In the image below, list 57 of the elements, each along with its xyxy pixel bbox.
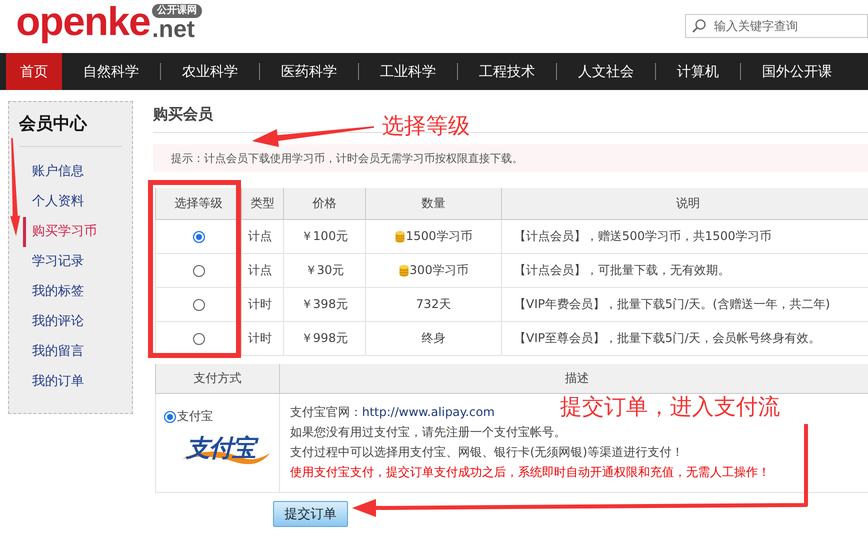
column-header: 支付方式 [156,364,280,394]
sidebar-item[interactable]: 我的留言 [23,337,84,367]
table-cell: ￥398元 [284,288,366,322]
radio-button[interactable] [192,231,204,244]
warning-text: 使用支付宝支付，提交订单支付成功之后，系统即时自动开通权限和充值，无需人工操作！ [290,464,770,481]
search-icon [692,19,706,33]
nav-tab[interactable]: 农业科学 [182,53,238,90]
description-text: 支付过程中可以选择用支付宝、网银、银行卡(无须网银)等渠道进行支付！ [290,444,684,461]
website-link[interactable]: http://www.alipay.com [362,405,495,419]
column-header: 数量 [366,188,502,220]
radio-button[interactable] [164,410,176,422]
logo-domain: .net [152,18,195,42]
table-cell: 计时 [242,322,284,356]
annotation-text: 提交订单，进入支付流 [560,395,780,421]
logo-text[interactable]: openke [16,2,150,42]
nav-tab[interactable]: 国外公开课 [762,53,832,90]
sidebar-item[interactable]: 个人资料 [23,187,84,217]
sidebar-item[interactable]: 账户信息 [23,157,84,187]
table-cell: ￥100元 [284,220,366,254]
column-header: 价格 [284,188,366,220]
radio-button[interactable] [192,299,204,312]
table-cell: 计点 [242,254,284,288]
column-header: 类型 [242,188,284,220]
radio-button[interactable] [192,265,204,278]
nav-tab[interactable]: 工程技术 [479,53,535,90]
nav-tab[interactable]: 医药科学 [281,53,337,90]
table-cell: 计点 [242,220,284,254]
quantity-text: 300学习币 [410,262,468,278]
payment-label: 支付宝 [177,408,213,425]
search-field[interactable]: 输入关键字查询 [685,14,868,38]
hint-text: 提示：计点会员下载使用学习币，计时会员无需学习币按权限直接下载。 [153,144,868,172]
description-text: 支付宝官网：http://www.alipay.com [290,404,495,421]
nav-tab[interactable]: 工业科学 [380,53,436,90]
sidebar-item[interactable]: 学习记录 [23,247,84,277]
quantity-text: 732天 [416,296,451,313]
sidebar-title: 会员中心 [19,112,122,147]
sidebar-item[interactable]: 我的订单 [23,367,84,397]
logo-badge: 公开课网 [152,4,202,18]
quantity-text: 1500学习币 [406,228,472,244]
nav-tab[interactable]: 自然科学 [83,53,139,90]
table-cell: ￥30元 [284,254,366,288]
radio-button[interactable] [192,333,204,346]
nav-tab[interactable]: 计算机 [677,53,719,90]
table-cell: 计时 [242,288,284,322]
sidebar-item[interactable]: 我的标签 [23,277,84,307]
quantity-text: 终身 [422,330,446,347]
submit-button[interactable]: 提交订单 [273,501,348,527]
annotation-text: 选择等级 [382,114,470,140]
sidebar-item[interactable]: 我的评论 [23,307,84,337]
description-text: 如果您没有用过支付宝，请先注册一个支付宝帐号。 [290,424,566,441]
nav-tab[interactable]: 首页 [6,53,62,90]
column-header: 选择等级 [156,188,242,220]
column-header: 说明 [502,188,868,220]
nav-tab[interactable]: 人文社会 [578,53,634,90]
sidebar-item[interactable]: 购买学习币 [23,217,97,247]
table-cell: ￥998元 [284,322,366,356]
column-header: 描述 [280,364,868,394]
